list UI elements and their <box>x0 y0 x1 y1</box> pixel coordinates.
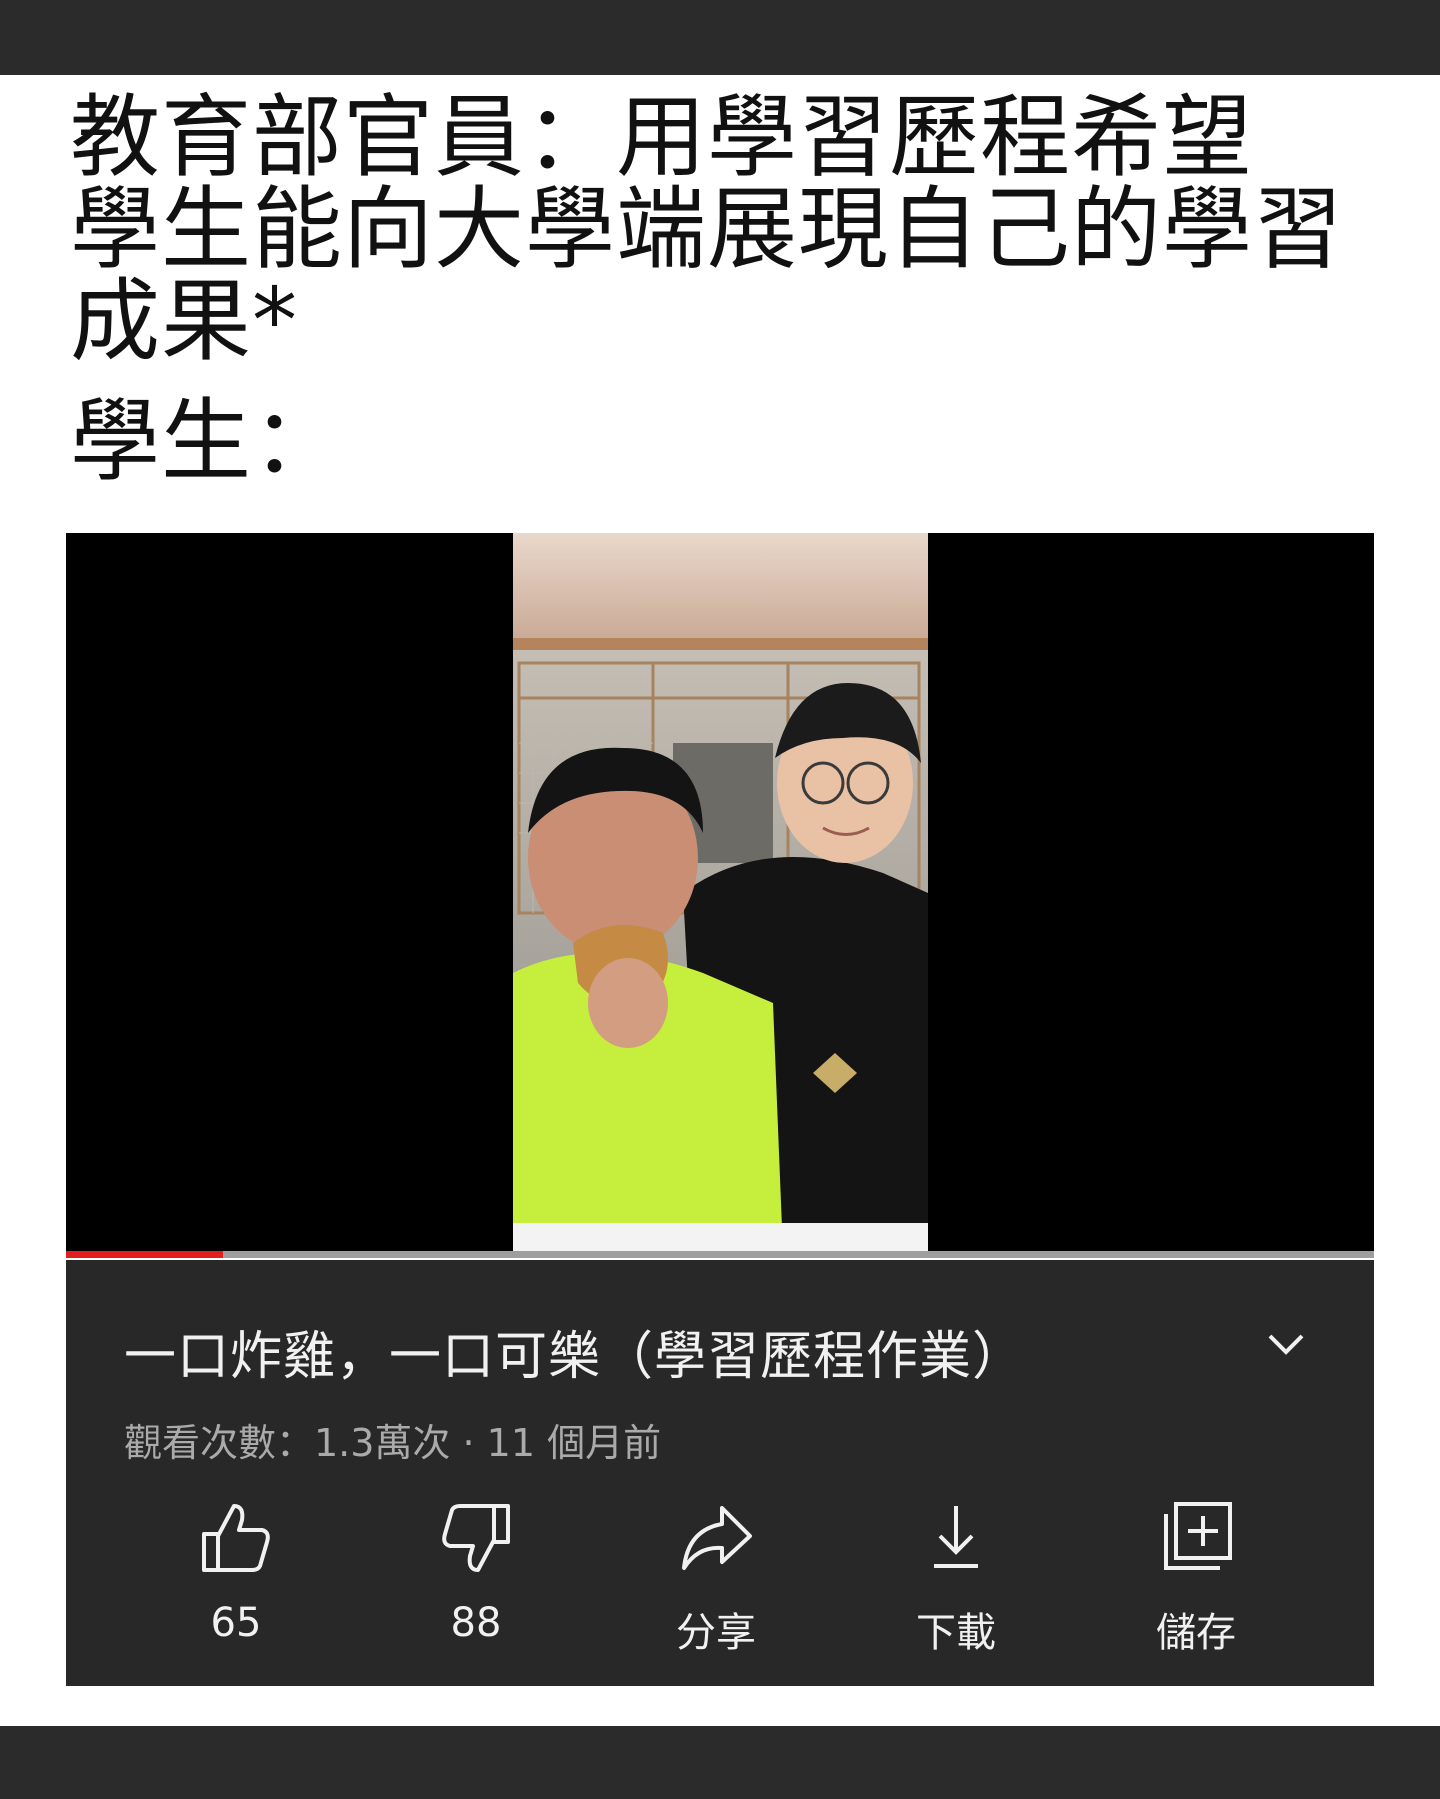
share-button[interactable]: 分享 <box>636 1498 796 1668</box>
chevron-down-icon <box>1268 1334 1304 1355</box>
expand-description-button[interactable] <box>1256 1314 1316 1374</box>
dislike-button[interactable]: 88 <box>396 1498 556 1668</box>
caption-line-1: 教育部官員：用學習歷程希望 <box>70 85 1253 190</box>
like-count: 65 <box>210 1600 262 1646</box>
video-view-count-and-date: 觀看次數：1.3萬次 · 11 個月前 <box>124 1421 662 1465</box>
save-button[interactable]: 儲存 <box>1116 1498 1276 1668</box>
video-thumbnail <box>513 533 928 1253</box>
progress-bar[interactable] <box>66 1251 1374 1258</box>
progress-bar-played <box>66 1251 223 1258</box>
dislike-count: 88 <box>450 1600 502 1646</box>
video-player[interactable] <box>66 533 1374 1258</box>
video-actions-row: 65 88 分享 下載 儲存 <box>66 1498 1374 1668</box>
download-label: 下載 <box>916 1610 996 1656</box>
video-title[interactable]: 一口炸雞，一口可樂（學習歷程作業） <box>124 1314 1025 1389</box>
thumbs-down-icon <box>442 1504 510 1572</box>
download-icon <box>934 1506 978 1568</box>
meme-caption: 教育部官員：用學習歷程希望 學生能向大學端展現自己的學習 成果* 學生： <box>70 92 1390 488</box>
download-button[interactable]: 下載 <box>876 1498 1036 1668</box>
caption-line-3: 成果* <box>70 269 298 374</box>
top-dark-bar <box>0 0 1440 75</box>
student-line: 學生： <box>70 389 343 494</box>
video-scene-image <box>513 533 928 1253</box>
share-icon <box>682 1506 752 1570</box>
save-to-playlist-icon <box>1164 1502 1232 1570</box>
thumbs-up-icon <box>202 1504 270 1572</box>
save-label: 儲存 <box>1156 1610 1236 1656</box>
caption-line-2: 學生能向大學端展現自己的學習 <box>70 177 1344 282</box>
bottom-dark-bar <box>0 1726 1440 1799</box>
video-info-panel: 一口炸雞，一口可樂（學習歷程作業） 觀看次數：1.3萬次 · 11 個月前 65… <box>66 1260 1374 1686</box>
share-label: 分享 <box>676 1610 756 1656</box>
like-button[interactable]: 65 <box>156 1498 316 1668</box>
